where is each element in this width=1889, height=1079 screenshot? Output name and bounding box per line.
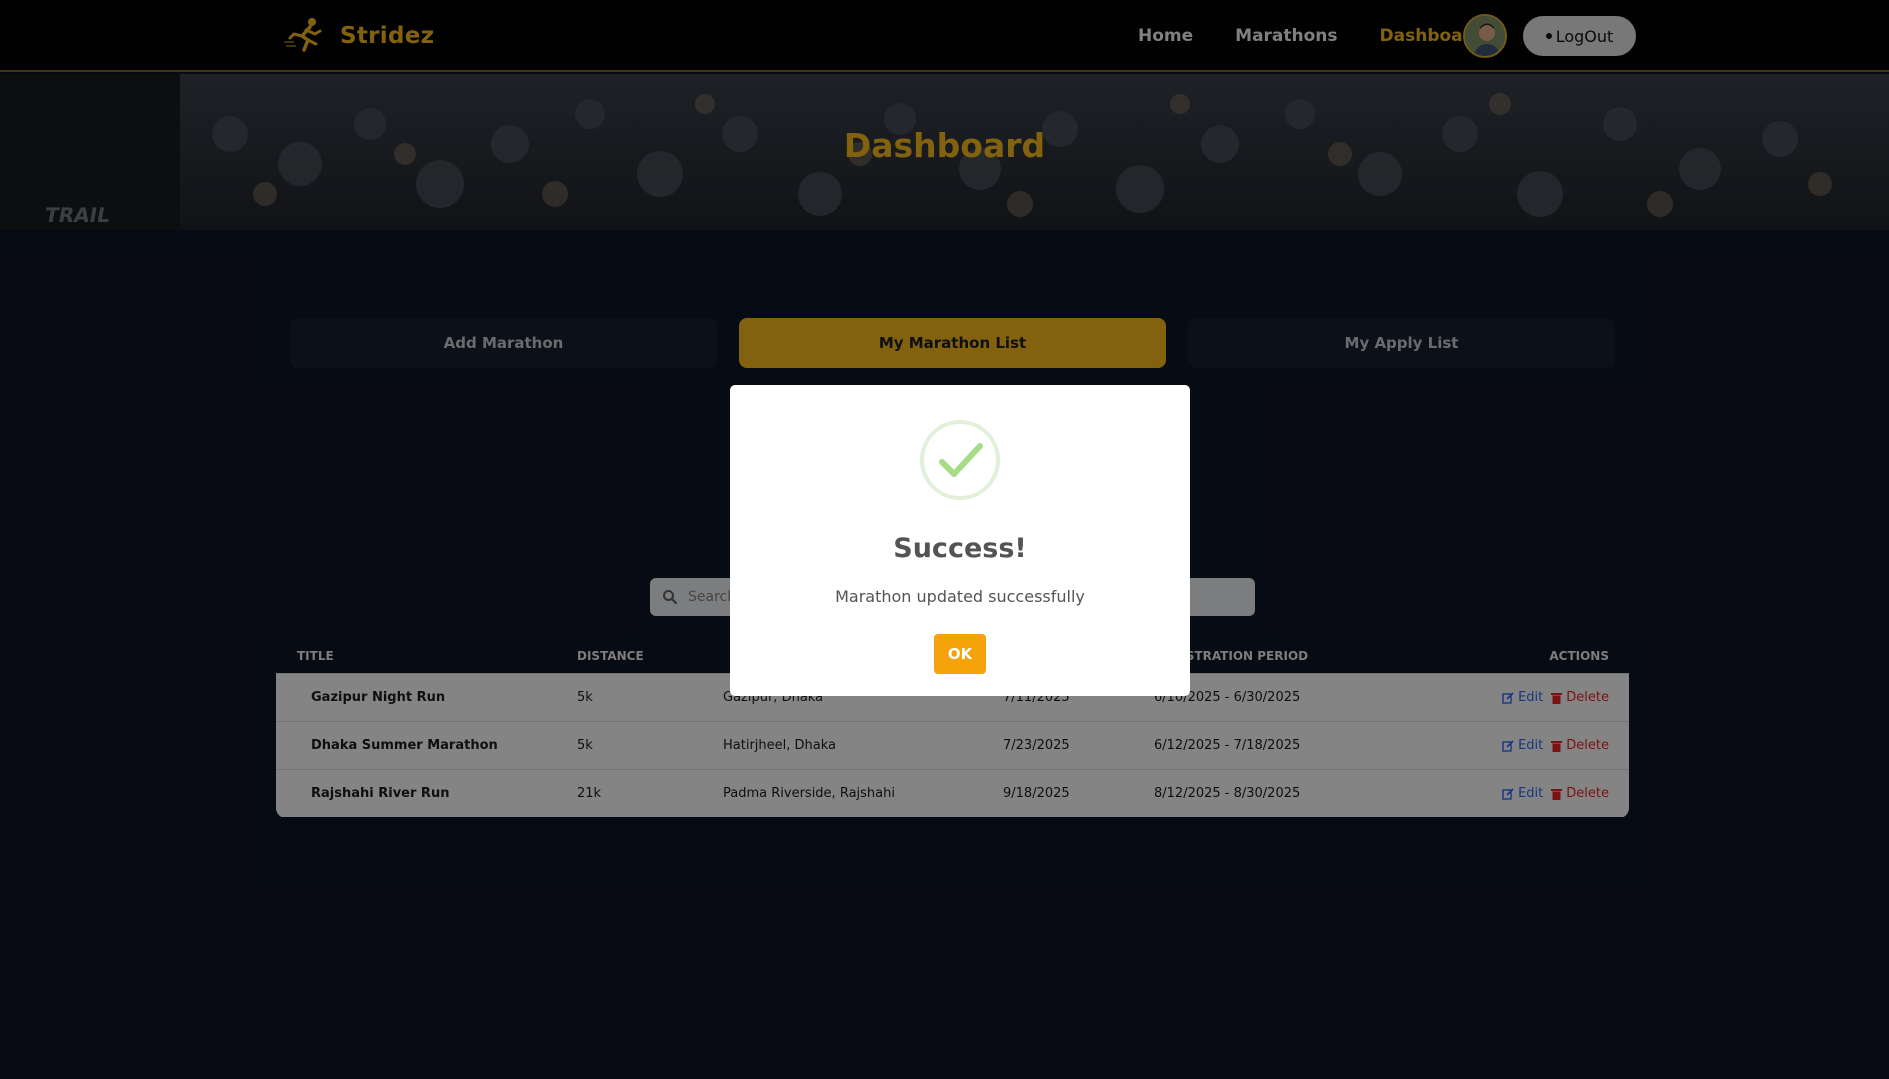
success-check-icon	[920, 420, 1000, 500]
dialog-title: Success!	[893, 533, 1027, 564]
success-dialog: Success! Marathon updated successfully O…	[730, 385, 1190, 696]
dialog-message: Marathon updated successfully	[835, 587, 1085, 606]
ok-button[interactable]: OK	[934, 634, 986, 674]
checkmark-icon	[939, 443, 983, 477]
